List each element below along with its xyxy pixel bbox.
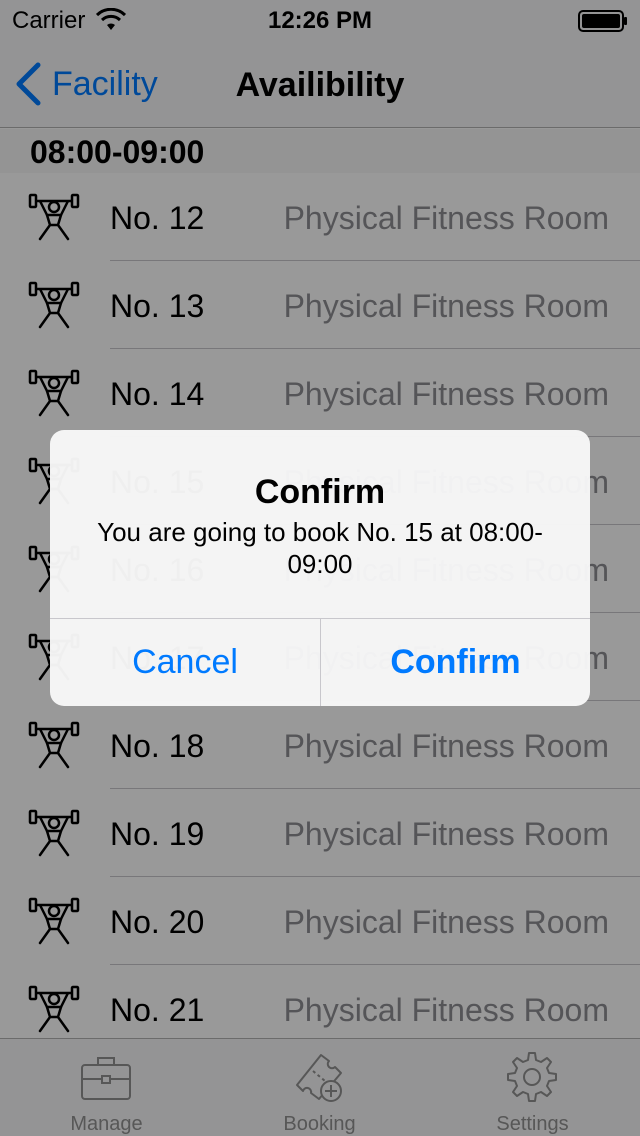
confirm-alert: Confirm You are going to book No. 15 at … [50, 430, 590, 706]
alert-message: You are going to book No. 15 at 08:00-09… [97, 517, 543, 579]
screen: Carrier 12:26 PM Facility Availibility 0… [0, 0, 640, 1136]
confirm-button[interactable]: Confirm [321, 619, 590, 706]
alert-title: Confirm [254, 473, 386, 511]
cancel-button[interactable]: Cancel [50, 619, 320, 706]
